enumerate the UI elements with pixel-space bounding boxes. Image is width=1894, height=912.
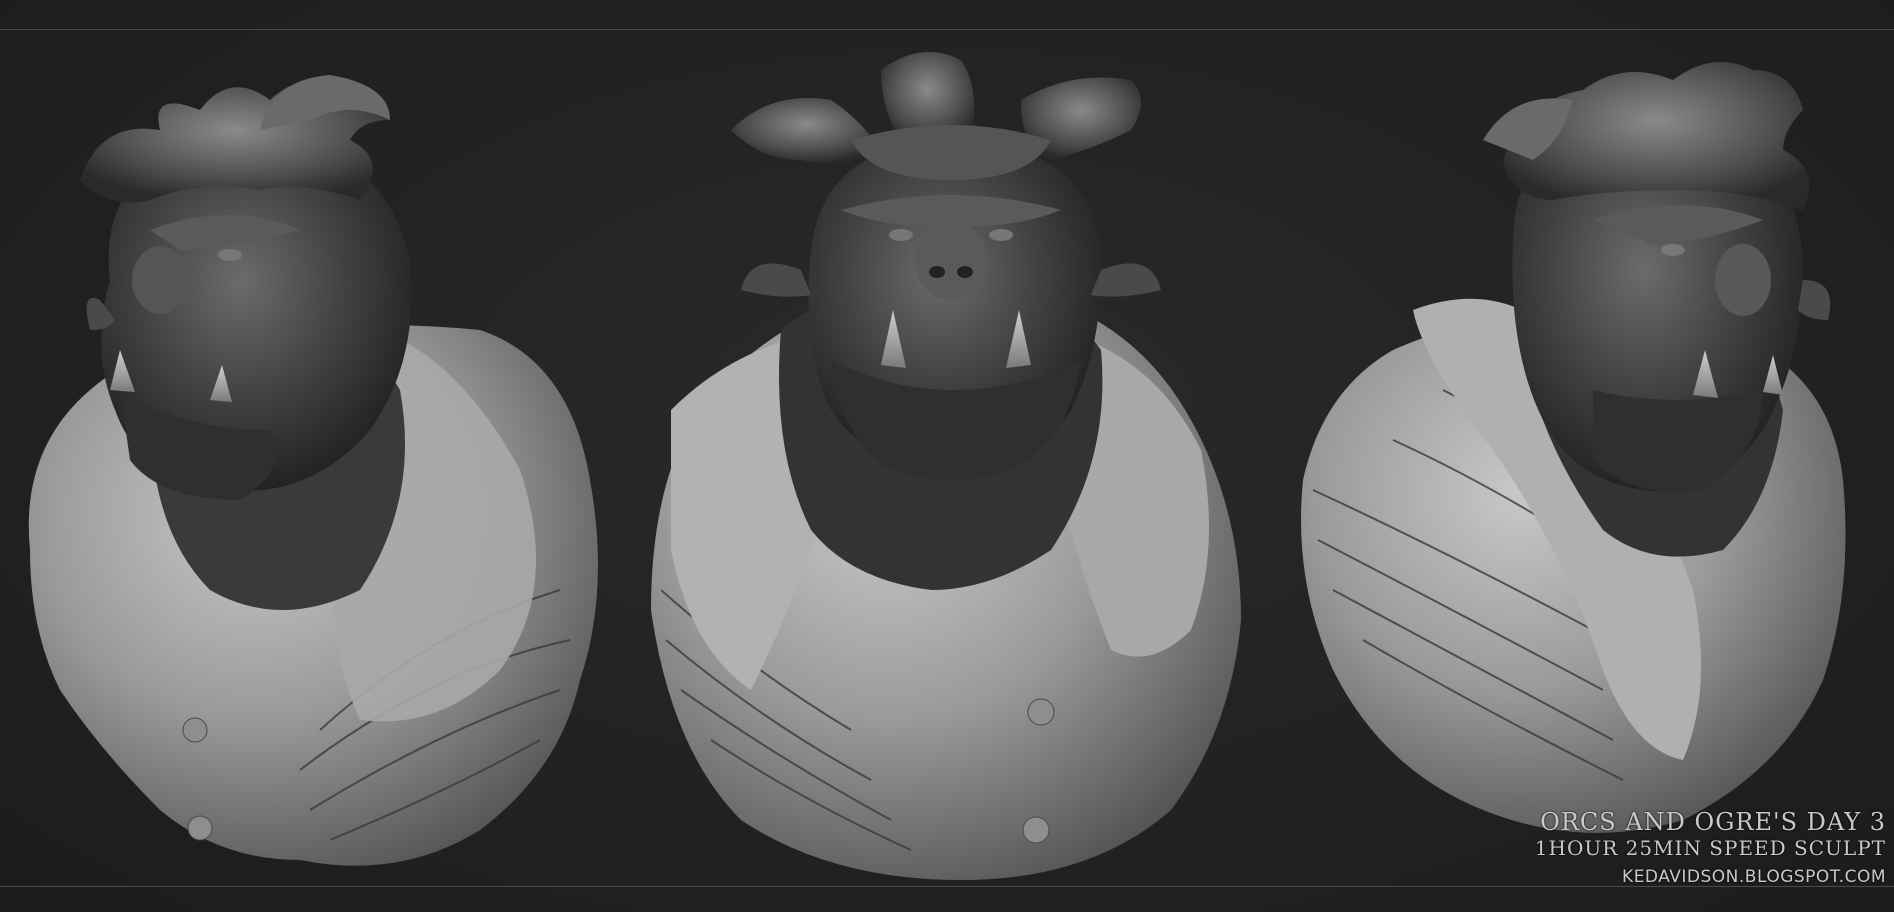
- caption-title: ORCS AND OGRE'S DAY 3: [1540, 808, 1886, 836]
- caption-subtitle: 1HOUR 25MIN SPEED SCULPT: [1534, 836, 1886, 860]
- sculpt-view-left: [0, 30, 631, 886]
- caption-block: ORCS AND OGRE'S DAY 3 1HOUR 25MIN SPEED …: [1535, 808, 1886, 890]
- sculpt-view-center: [631, 30, 1263, 886]
- sculpt-view-right: [1263, 30, 1894, 886]
- caption-site: KEDAVIDSON.BLOGSPOT.COM: [1622, 867, 1886, 887]
- render-canvas: ORCS AND OGRE'S DAY 3 1HOUR 25MIN SPEED …: [0, 0, 1894, 912]
